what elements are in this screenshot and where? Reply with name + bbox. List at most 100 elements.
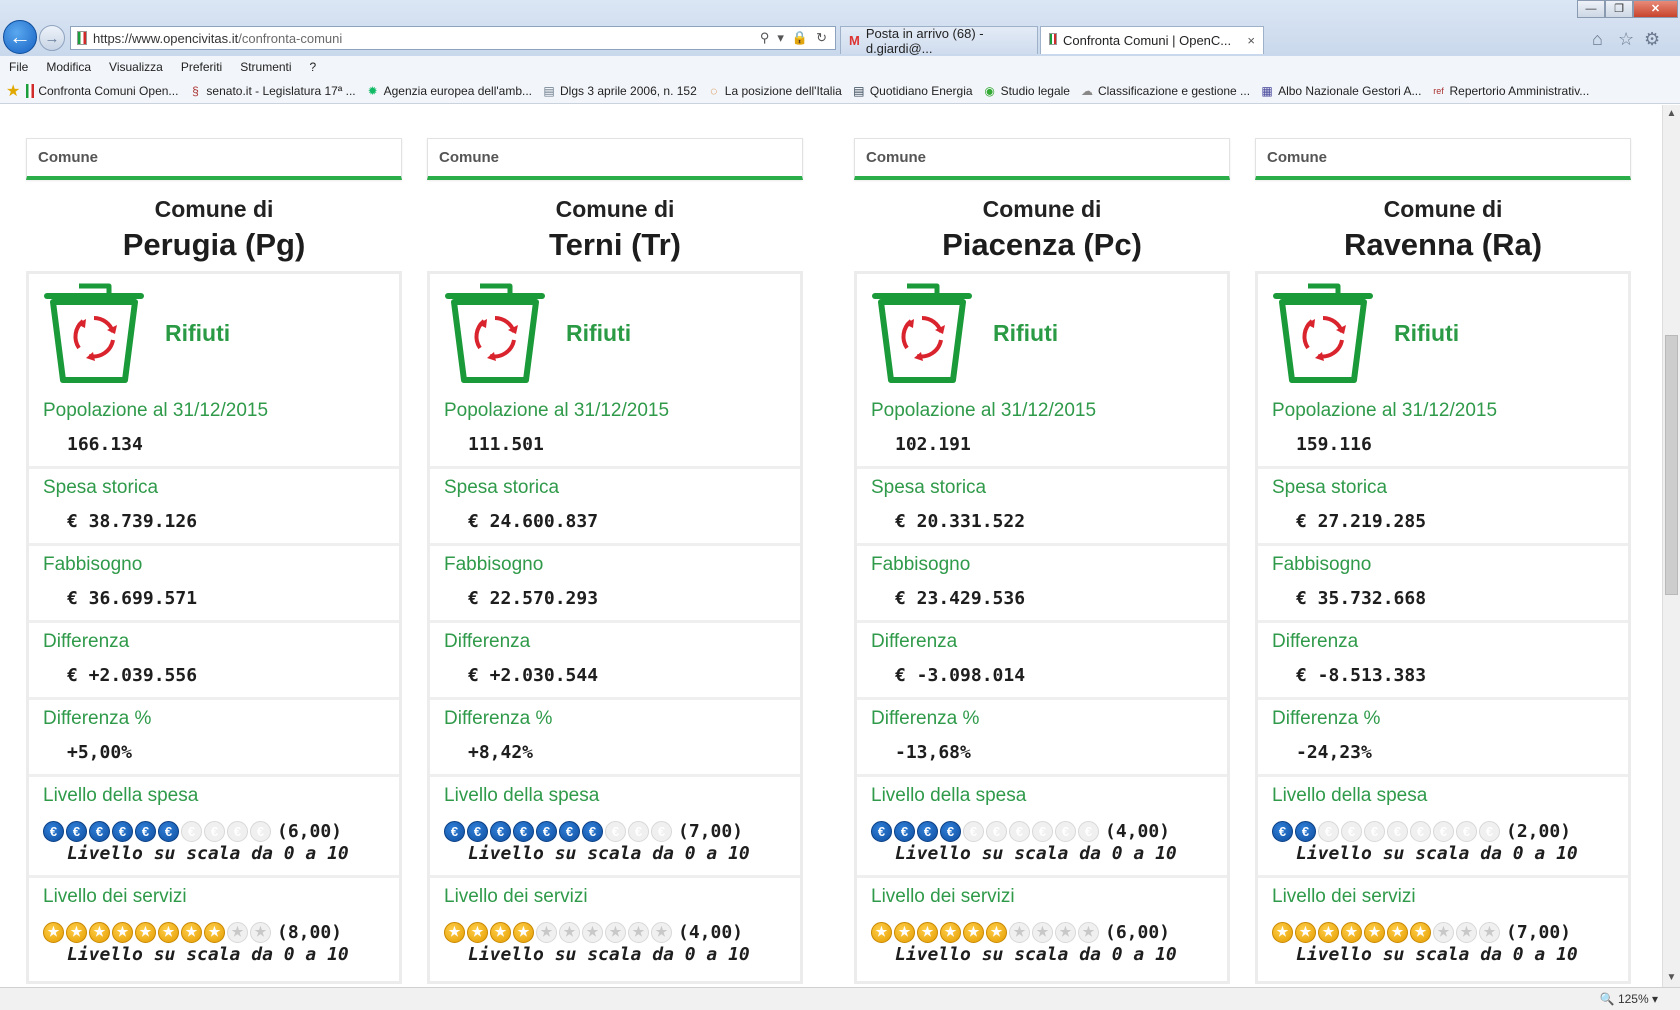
fabbisogno-value: € 22.570.293 [468, 588, 599, 609]
favorite-link[interactable]: ◌ La posizione dell'Italia [707, 84, 842, 98]
row-popolazione: Popolazione al 31/12/2015 111.501 [430, 392, 800, 469]
favorite-link[interactable]: Confronta Comuni Open... [26, 83, 178, 98]
spesa-storica-value: € 27.219.285 [1296, 511, 1427, 532]
fabbisogno-value: € 36.699.571 [67, 588, 198, 609]
livello-servizi-value: (7,00) [1506, 921, 1572, 943]
comune-card: Rifiuti Popolazione al 31/12/2015 102.19… [854, 271, 1230, 984]
star-icon: ★ [43, 921, 64, 943]
senato-icon: § [192, 83, 199, 98]
differenza-label: Differenza [444, 631, 531, 652]
close-tab-icon[interactable]: × [1247, 33, 1255, 48]
star-icon: ★ [1341, 921, 1362, 943]
tab-confronta-comuni[interactable]: Confronta Comuni | OpenC... × [1040, 26, 1264, 54]
star-icon: ★ [1433, 921, 1454, 943]
euro-coin-icon: € [135, 820, 156, 842]
star-icon: ★ [1078, 921, 1099, 943]
comune-name: Terni (Tr) [548, 227, 682, 262]
url-host: https://www.opencivitas.it [93, 30, 239, 46]
scale-note: Livello su scala da 0 a 10 [67, 843, 349, 864]
row-livello-servizi: Livello dei servizi ★ ★ ★ ★ ★ ★ ★ ★ ★ ★ (6,00) Li… [857, 878, 1227, 976]
popolazione-value: 111.501 [468, 434, 544, 455]
livello-servizi-rating: ★ ★ ★ ★ ★ ★ ★ ★ ★ ★ (4,00) [430, 914, 800, 944]
sector-name: Rifiuti [165, 319, 231, 346]
recycle-bin-icon [872, 283, 972, 383]
url-text[interactable]: https://www.opencivitas.it/confronta-com… [93, 31, 760, 46]
favorite-link[interactable]: ✹ Agenzia europea dell'amb... [366, 84, 532, 98]
column-header[interactable]: Comune [26, 138, 402, 180]
vertical-scrollbar[interactable]: ▲ ▼ [1662, 105, 1680, 987]
favorite-link[interactable]: ▦ Albo Nazionale Gestori A... [1260, 84, 1421, 98]
menu-visualizza[interactable]: Visualizza [100, 60, 172, 74]
favorite-link[interactable]: ▤ Dlgs 3 aprile 2006, n. 152 [542, 84, 696, 98]
row-spesa-storica: Spesa storica € 27.219.285 [1258, 469, 1628, 546]
euro-coin-icon: € [917, 820, 938, 842]
euro-coin-icon: € [227, 820, 248, 842]
dropdown-icon[interactable]: ▾ [777, 30, 784, 46]
fabbisogno-label: Fabbisogno [43, 554, 143, 575]
maximize-button[interactable]: ❐ [1605, 0, 1633, 18]
favorite-link[interactable]: ☁ Classificazione e gestione ... [1080, 84, 1250, 98]
site-favicon-icon [1049, 33, 1057, 48]
menu-help[interactable]: ? [301, 60, 326, 74]
euro-coin-icon: € [536, 820, 557, 842]
differenza-pct-label: Differenza % [444, 708, 553, 729]
livello-servizi-value: (6,00) [1105, 921, 1171, 943]
recycle-bin-icon [1273, 283, 1373, 383]
zoom-level[interactable]: 🔍 125% ▾ [1600, 992, 1658, 1006]
euro-coin-icon: € [628, 820, 649, 842]
minimize-button[interactable]: — [1577, 0, 1605, 18]
star-icon: ★ [917, 921, 938, 943]
comune-di-label: Comune di [555, 196, 675, 222]
search-icon[interactable]: ⚲ [760, 30, 770, 46]
address-bar[interactable]: https://www.opencivitas.it/confronta-com… [70, 26, 836, 50]
recycle-bin-icon [445, 283, 545, 383]
scroll-down-arrow-icon[interactable]: ▼ [1663, 969, 1680, 987]
livello-spesa-label: Livello della spesa [871, 785, 1027, 806]
popolazione-value: 102.191 [895, 434, 971, 455]
tab-gmail[interactable]: M Posta in arrivo (68) - d.giardi@... [840, 26, 1038, 56]
spesa-storica-label: Spesa storica [43, 477, 159, 498]
column-header[interactable]: Comune [854, 138, 1230, 180]
favorite-link[interactable]: ▤ Quotidiano Energia [852, 84, 972, 98]
browser-titlebar: ← → https://www.opencivitas.it/confronta… [0, 0, 1680, 56]
close-window-button[interactable]: ✕ [1633, 0, 1678, 18]
star-icon: ★ [227, 921, 248, 943]
euro-coin-icon: € [940, 820, 961, 842]
row-differenza: Differenza € +2.030.544 [430, 623, 800, 700]
favorites-star-icon[interactable]: ★ [6, 81, 20, 101]
refresh-icon[interactable]: ↻ [816, 30, 827, 46]
comune-di-label: Comune di [982, 196, 1102, 222]
euro-coin-icon: € [1341, 820, 1362, 842]
euro-coin-icon: € [66, 820, 87, 842]
column-header[interactable]: Comune [1255, 138, 1631, 180]
scroll-up-arrow-icon[interactable]: ▲ [1663, 105, 1680, 123]
favorite-label: Albo Nazionale Gestori A... [1278, 83, 1422, 98]
favorite-label: Repertorio Amministrativ... [1449, 83, 1590, 98]
popolazione-label: Popolazione al 31/12/2015 [871, 400, 1097, 421]
column-header[interactable]: Comune [427, 138, 803, 180]
livello-servizi-label: Livello dei servizi [43, 886, 187, 907]
favorites-star-icon[interactable]: ☆ [1618, 29, 1634, 50]
forward-button[interactable]: → [39, 25, 65, 51]
settings-gear-icon[interactable]: ⚙ [1644, 29, 1660, 50]
menu-modifica[interactable]: Modifica [37, 60, 100, 74]
favorite-link[interactable]: § senato.it - Legislatura 17ª ... [188, 83, 356, 98]
scroll-thumb[interactable] [1665, 335, 1678, 595]
comune-di-label: Comune di [1383, 196, 1503, 222]
menu-preferiti[interactable]: Preferiti [172, 60, 231, 74]
comune-card: Rifiuti Popolazione al 31/12/2015 159.11… [1255, 271, 1631, 984]
home-icon[interactable]: ⌂ [1592, 29, 1603, 50]
gmail-icon: M [849, 33, 860, 48]
comune-column: Comune Comune di Ravenna (Ra) Rifiuti Po… [1255, 138, 1631, 984]
euro-coin-icon: € [559, 820, 580, 842]
favorite-label: Agenzia europea dell'amb... [383, 83, 533, 98]
lock-icon[interactable]: 🔒 [792, 30, 808, 46]
menu-file[interactable]: File [0, 60, 37, 74]
favorite-link[interactable]: ref Repertorio Amministrativ... [1431, 84, 1589, 98]
star-icon: ★ [1009, 921, 1030, 943]
favorite-link[interactable]: ◉ Studio legale [983, 84, 1070, 98]
row-spesa-storica: Spesa storica € 20.331.522 [857, 469, 1227, 546]
menu-strumenti[interactable]: Strumenti [231, 60, 300, 74]
euro-coin-icon: € [158, 820, 179, 842]
back-button[interactable]: ← [3, 20, 37, 54]
